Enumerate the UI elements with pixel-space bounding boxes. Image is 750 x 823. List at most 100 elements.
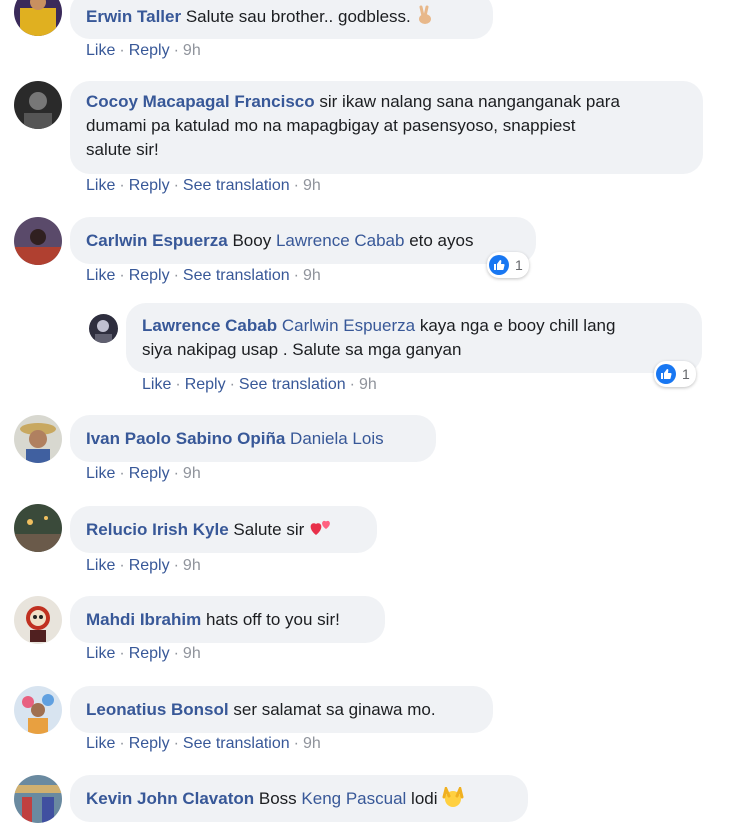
like-link[interactable]: Like xyxy=(86,735,115,752)
comment-text: Booy xyxy=(232,231,272,250)
comment-text: hats off to you sir! xyxy=(205,610,340,629)
comment-text: Salute sau brother.. godbless. xyxy=(185,7,411,26)
comment-author[interactable]: Erwin Taller xyxy=(86,7,181,26)
reply-link[interactable]: Reply xyxy=(129,267,170,284)
comment-actions: Like · Reply · 9h xyxy=(86,557,201,575)
like-link[interactable]: Like xyxy=(86,465,115,482)
comment-text: kaya nga e booy chill lang xyxy=(419,316,616,335)
timestamp[interactable]: 9h xyxy=(183,42,201,59)
comment-author[interactable]: Mahdi Ibrahim xyxy=(86,610,201,629)
separator: · xyxy=(349,376,355,393)
reaction-number: 1 xyxy=(515,257,523,273)
comment-author[interactable]: Ivan Paolo Sabino Opiña xyxy=(86,429,285,448)
avatar[interactable] xyxy=(14,217,62,265)
timestamp[interactable]: 9h xyxy=(303,267,321,284)
comment-author[interactable]: Kevin John Clavaton xyxy=(86,789,254,808)
like-link[interactable]: Like xyxy=(142,376,171,393)
avatar[interactable] xyxy=(14,775,62,823)
comment-text: sir ikaw nalang sana nanganganak para xyxy=(319,92,620,111)
comment-bubble: Relucio Irish Kyle Salute sir xyxy=(70,506,377,553)
timestamp[interactable]: 9h xyxy=(303,177,321,194)
comment-bubble: Cocoy Macapagal Francisco sir ikaw nalan… xyxy=(70,81,703,174)
separator: · xyxy=(173,177,179,194)
comment-author[interactable]: Cocoy Macapagal Francisco xyxy=(86,92,315,111)
thumbs-up-icon xyxy=(489,255,509,275)
separator: · xyxy=(119,735,125,752)
reply-link[interactable]: Reply xyxy=(129,42,170,59)
separator: · xyxy=(119,645,125,662)
separator: · xyxy=(175,376,181,393)
separator: · xyxy=(293,267,299,284)
separator: · xyxy=(173,42,179,59)
separator: · xyxy=(293,177,299,194)
reaction-number: 1 xyxy=(682,366,690,382)
comment-bubble: Leonatius Bonsol ser salamat sa ginawa m… xyxy=(70,686,493,733)
see-translation-link[interactable]: See translation xyxy=(183,735,290,752)
timestamp[interactable]: 9h xyxy=(183,645,201,662)
comment-actions: Like · Reply · 9h xyxy=(86,465,201,483)
like-link[interactable]: Like xyxy=(86,645,115,662)
like-link[interactable]: Like xyxy=(86,42,115,59)
avatar[interactable] xyxy=(14,415,62,463)
separator: · xyxy=(119,267,125,284)
comment-bubble: Lawrence Cabab Carlwin Espuerza kaya nga… xyxy=(126,303,702,373)
comment-actions: Like · Reply · 9h xyxy=(86,42,201,60)
timestamp[interactable]: 9h xyxy=(359,376,377,393)
like-link[interactable]: Like xyxy=(86,177,115,194)
reply-link[interactable]: Reply xyxy=(129,735,170,752)
separator: · xyxy=(173,645,179,662)
reaction-count[interactable]: 1 xyxy=(487,252,529,278)
like-link[interactable]: Like xyxy=(86,557,115,574)
separator: · xyxy=(119,465,125,482)
timestamp[interactable]: 9h xyxy=(183,465,201,482)
comment-author[interactable]: Relucio Irish Kyle xyxy=(86,520,229,539)
comment-text: salute sir! xyxy=(86,140,159,159)
comment-text: ser salamat sa ginawa mo. xyxy=(233,700,436,719)
timestamp[interactable]: 9h xyxy=(183,557,201,574)
two-hearts-icon xyxy=(309,518,333,545)
comment-author[interactable]: Leonatius Bonsol xyxy=(86,700,229,719)
see-translation-link[interactable]: See translation xyxy=(239,376,346,393)
reply-link[interactable]: Reply xyxy=(129,177,170,194)
avatar[interactable] xyxy=(14,686,62,734)
separator: · xyxy=(119,557,125,574)
see-translation-link[interactable]: See translation xyxy=(183,267,290,284)
comment-actions: Like · Reply · See translation · 9h xyxy=(86,735,321,753)
separator: · xyxy=(229,376,235,393)
reply-link[interactable]: Reply xyxy=(185,376,226,393)
comment-text: eto ayos xyxy=(409,231,474,250)
comment-text: Salute sir xyxy=(233,520,305,539)
comment-bubble: Mahdi Ibrahim hats off to you sir! xyxy=(70,596,385,643)
mention-link[interactable]: Keng Pascual xyxy=(301,789,406,808)
comment-bubble: Kevin John Clavaton Boss Keng Pascual lo… xyxy=(70,775,528,822)
comment-bubble: Erwin Taller Salute sau brother.. godble… xyxy=(70,0,493,39)
separator: · xyxy=(119,177,125,194)
timestamp[interactable]: 9h xyxy=(303,735,321,752)
reply-link[interactable]: Reply xyxy=(129,557,170,574)
comment-actions: Like · Reply · See translation · 9h xyxy=(86,177,321,195)
mention-link[interactable]: Daniela Lois xyxy=(290,429,384,448)
reaction-count[interactable]: 1 xyxy=(654,361,696,387)
reply-link[interactable]: Reply xyxy=(129,645,170,662)
like-link[interactable]: Like xyxy=(86,267,115,284)
comment-author[interactable]: Lawrence Cabab xyxy=(142,316,277,335)
separator: · xyxy=(173,735,179,752)
avatar[interactable] xyxy=(14,0,62,36)
mention-link[interactable]: Carlwin Espuerza xyxy=(282,316,415,335)
comment-author[interactable]: Carlwin Espuerza xyxy=(86,231,228,250)
comment-bubble: Carlwin Espuerza Booy Lawrence Cabab eto… xyxy=(70,217,536,264)
comment-text: siya nakipag usap . Salute sa mga ganyan xyxy=(142,340,462,359)
reply-link[interactable]: Reply xyxy=(129,465,170,482)
avatar[interactable] xyxy=(89,314,118,343)
hands-raised-icon xyxy=(442,784,464,814)
see-translation-link[interactable]: See translation xyxy=(183,177,290,194)
avatar[interactable] xyxy=(14,504,62,552)
mention-link[interactable]: Lawrence Cabab xyxy=(276,231,405,250)
avatar[interactable] xyxy=(14,596,62,644)
separator: · xyxy=(119,42,125,59)
victory-hand-icon xyxy=(416,5,434,32)
avatar[interactable] xyxy=(14,81,62,129)
comment-actions: Like · Reply · See translation · 9h xyxy=(142,376,377,394)
comment-text: lodi xyxy=(411,789,438,808)
separator: · xyxy=(173,465,179,482)
